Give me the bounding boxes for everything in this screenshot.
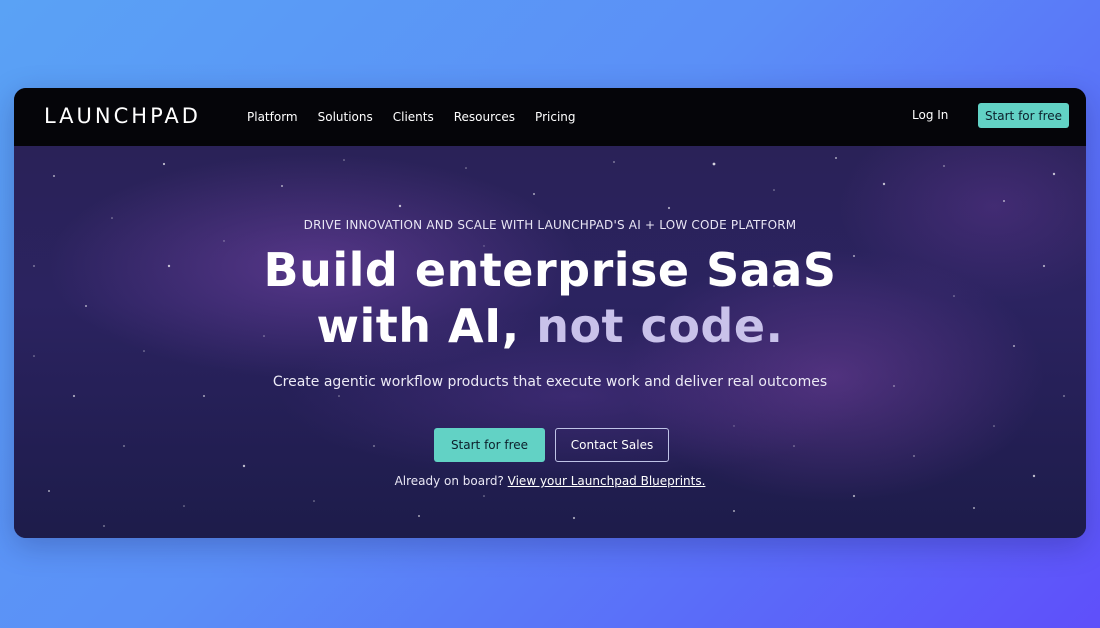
launchpad-logo[interactable]: LAUNCHPAD: [44, 104, 201, 128]
signin-prefix: Already on board?: [394, 474, 508, 488]
hero-section: DRIVE INNOVATION AND SCALE WITH LAUNCHPA…: [14, 146, 1086, 538]
headline-line1: Build enterprise SaaS: [263, 243, 837, 297]
hero-cta-row: Start for free Contact Sales: [434, 428, 669, 462]
nav-link-pricing[interactable]: Pricing: [535, 110, 575, 124]
nav-start-for-free-button[interactable]: Start for free: [978, 103, 1069, 128]
hero-subheadline: Create agentic workflow products that ex…: [272, 374, 828, 390]
view-blueprints-link[interactable]: View your Launchpad Blueprints.: [508, 474, 706, 488]
blueprints-signin-line: Already on board? View your Launchpad Bl…: [14, 474, 1086, 488]
nav-link-clients[interactable]: Clients: [393, 110, 434, 124]
hero-eyebrow: DRIVE INNOVATION AND SCALE WITH LAUNCHPA…: [303, 218, 797, 232]
nav-links: Platform Solutions Clients Resources Pri…: [247, 88, 576, 146]
nav-link-solutions[interactable]: Solutions: [318, 110, 373, 124]
contact-sales-button[interactable]: Contact Sales: [555, 428, 669, 462]
headline-line2-start: with AI,: [316, 299, 537, 353]
headline-line2-emphasis: not code.: [536, 299, 784, 353]
nav-link-platform[interactable]: Platform: [247, 110, 298, 124]
hero-start-for-free-button[interactable]: Start for free: [434, 428, 545, 462]
top-nav: LAUNCHPAD Platform Solutions Clients Res…: [14, 88, 1086, 146]
hero-headline: Build enterprise SaaS with AI, not code.: [14, 242, 1086, 354]
browser-frame: LAUNCHPAD Platform Solutions Clients Res…: [14, 88, 1086, 538]
login-link[interactable]: Log In: [912, 108, 948, 122]
nav-link-resources[interactable]: Resources: [454, 110, 515, 124]
